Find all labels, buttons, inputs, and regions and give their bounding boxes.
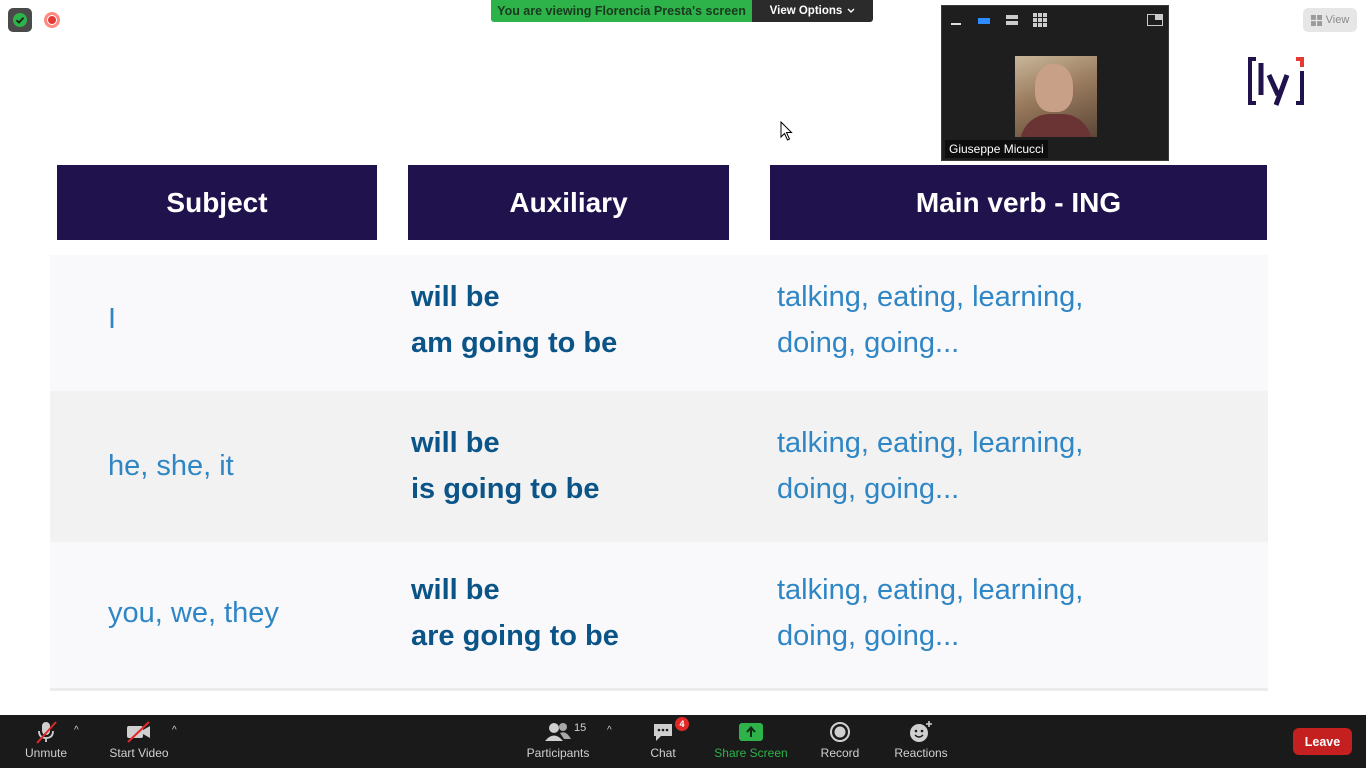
aux-line: will be (411, 574, 500, 606)
recording-indicator-icon (44, 12, 60, 28)
meeting-toolbar: Unmute ^ Start Video ^ 15 Participants ^ (0, 715, 1366, 768)
record-button[interactable]: Record (817, 715, 863, 768)
verb-line: doing, going... (777, 327, 960, 359)
unmute-button[interactable]: Unmute (20, 715, 72, 768)
subject-cell: he, she, it (108, 450, 234, 482)
participants-count: 15 (574, 722, 587, 734)
chat-unread-badge: 4 (675, 717, 689, 731)
aux-line: am going to be (411, 327, 618, 359)
screen-share-banner: You are viewing Florencia Presta's scree… (491, 0, 873, 22)
strip-view-icon[interactable] (1004, 14, 1020, 26)
view-options-label: View Options (769, 5, 843, 17)
auxiliary-cell: will be am going to be (411, 274, 617, 366)
aux-line: will be (411, 281, 500, 313)
view-button[interactable]: View (1303, 8, 1357, 32)
leave-button[interactable]: Leave (1293, 728, 1352, 755)
share-screen-icon (739, 723, 763, 741)
participants-button[interactable]: 15 Participants (524, 715, 592, 768)
video-options-caret-icon[interactable]: ^ (172, 725, 177, 736)
verb-line: talking, eating, learning, (777, 574, 1084, 606)
mouse-cursor-icon (780, 120, 794, 146)
start-video-button[interactable]: Start Video (104, 715, 174, 768)
subject-cell: you, we, they (108, 597, 279, 629)
aux-line: are going to be (411, 620, 619, 652)
chevron-down-icon (847, 8, 855, 13)
participant-video (1015, 56, 1097, 137)
record-icon (830, 722, 850, 742)
auxiliary-cell: will be are going to be (411, 567, 619, 659)
table-row: he, she, it will be is going to be talki… (50, 391, 1268, 542)
participants-options-caret-icon[interactable]: ^ (607, 725, 612, 736)
aux-line: is going to be (411, 473, 600, 505)
share-screen-button[interactable]: Share Screen (712, 715, 790, 768)
main-verb-cell: talking, eating, learning, doing, going.… (777, 274, 1083, 366)
grid-view-icon (1310, 14, 1322, 26)
participants-icon (545, 723, 571, 741)
video-off-icon (127, 721, 150, 743)
active-speaker-view-icon[interactable] (976, 14, 992, 26)
chat-icon (654, 724, 672, 741)
viewing-screen-text: You are viewing Florencia Presta's scree… (491, 0, 752, 22)
muted-microphone-icon (36, 721, 57, 744)
reactions-icon (910, 721, 932, 742)
verb-line: doing, going... (777, 620, 960, 652)
table-row: you, we, they will be are going to be ta… (50, 542, 1268, 691)
video-panel[interactable]: Giuseppe Micucci (941, 5, 1169, 161)
reactions-button[interactable]: Reactions (892, 715, 950, 768)
verb-line: talking, eating, learning, (777, 281, 1084, 313)
header-main-verb: Main verb - ING (770, 165, 1267, 240)
chat-button[interactable]: 4 Chat (643, 715, 689, 768)
ly-logo (1246, 55, 1308, 109)
aux-line: will be (411, 427, 500, 459)
gallery-view-icon[interactable] (1032, 13, 1048, 27)
verb-line: talking, eating, learning, (777, 427, 1084, 459)
main-verb-cell: talking, eating, learning, doing, going.… (777, 567, 1083, 659)
subject-cell: I (108, 303, 117, 335)
verb-line: doing, going... (777, 473, 960, 505)
view-button-label: View (1325, 14, 1350, 26)
view-options-button[interactable]: View Options (752, 0, 873, 22)
header-subject: Subject (57, 165, 377, 240)
participant-name: Giuseppe Micucci (945, 140, 1048, 158)
main-verb-cell: talking, eating, learning, doing, going.… (777, 420, 1083, 512)
pop-out-icon[interactable] (1147, 14, 1163, 26)
header-auxiliary: Auxiliary (408, 165, 729, 240)
audio-options-caret-icon[interactable]: ^ (74, 725, 79, 736)
auxiliary-cell: will be is going to be (411, 420, 600, 512)
security-shield-icon[interactable] (8, 8, 32, 32)
minimize-icon[interactable] (948, 14, 964, 26)
table-row: I will be am going to be talking, eating… (50, 255, 1268, 391)
